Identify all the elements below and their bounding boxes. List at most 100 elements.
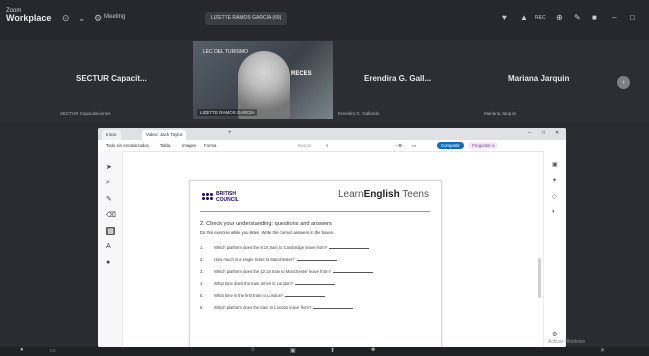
participant-name-3: Mariana Jarquin <box>508 74 570 83</box>
participant-tag-1: SECTUR Capacitaciones <box>60 111 111 116</box>
answer-blank[interactable] <box>329 245 370 249</box>
question-row: 5. What time is the first train to London… <box>200 293 326 298</box>
answer-blank[interactable] <box>294 281 335 285</box>
mic-icon[interactable]: ● <box>20 347 24 353</box>
dot-icon[interactable]: ● <box>106 259 110 266</box>
share-screen-icon[interactable]: ⬆ <box>330 347 335 354</box>
pen-icon[interactable]: ✎ <box>106 195 112 203</box>
participant-tag-3: Mariana Jarquin <box>484 111 517 116</box>
question-row: 4. What time does the train arrive in Lon… <box>200 281 335 286</box>
logo-text: BRITISH COUNCIL <box>216 191 239 203</box>
layers-icon[interactable]: ▣ <box>552 161 558 168</box>
left-tool-rail: ➤ ⌕ ✎ ⌫ ▦ A ● <box>98 151 123 347</box>
tab-video[interactable]: Video: Jack Taylor <box>142 130 187 140</box>
share-button[interactable]: Compartir <box>437 142 464 149</box>
record-icon[interactable]: ⊕ <box>556 13 563 22</box>
question-text: How much is a single ticket to Mancheste… <box>214 257 295 262</box>
brush-icon[interactable]: ✦ <box>552 177 557 184</box>
window-maximize-icon[interactable]: □ <box>542 130 545 136</box>
participant-tag-2: Erendira G. Gallardo <box>338 111 380 116</box>
answer-blank[interactable] <box>332 269 373 273</box>
windows-activation-watermark: Activar Windows <box>548 339 585 345</box>
chevron-down-icon[interactable]: ⌄ <box>78 13 86 24</box>
cursor-icon[interactable]: ➤ <box>106 163 112 171</box>
question-text: What time is the first train to London? <box>214 293 284 298</box>
toolbar-search[interactable]: Buscar <box>298 143 311 148</box>
tab-inicio[interactable]: Inicio <box>102 130 121 140</box>
text-icon[interactable]: A <box>106 243 111 250</box>
task-title: 2. Check your understanding: questions a… <box>200 221 332 227</box>
grid-icon[interactable]: ⊙ <box>62 13 70 24</box>
toolbar-item-1[interactable]: Todo sin encabezados <box>106 143 149 148</box>
toolbar-item-3[interactable]: Imagen <box>182 143 196 148</box>
window-minimize-icon[interactable]: – <box>528 130 531 136</box>
leave-icon[interactable]: ✕ <box>600 347 605 354</box>
vertical-scrollbar[interactable] <box>538 258 541 298</box>
gear-icon[interactable]: ⚙ <box>94 13 102 24</box>
question-row: 1. Which platform does the 9:15 train to … <box>200 245 370 250</box>
color-icon[interactable]: ◐ <box>552 209 556 215</box>
edit-icon[interactable]: ✎ <box>574 13 581 22</box>
question-number: 1. <box>200 245 204 250</box>
meeting-label[interactable]: Meeting <box>104 14 125 20</box>
ask-button[interactable]: Preguntar a <box>468 142 499 149</box>
zoom-icon[interactable]: ⌕ <box>106 179 110 187</box>
signal-icon: ▲ <box>520 13 528 22</box>
answer-blank[interactable] <box>313 305 354 309</box>
screen-share-label: LIZETTE RAMOS GARCÍA (69) <box>211 15 282 21</box>
eraser-icon[interactable]: ⌫ <box>106 211 116 219</box>
camera-icon[interactable]: ▭ <box>50 347 56 354</box>
logo-line-2: COUNCIL <box>216 197 239 203</box>
participant-name-2: Erendira G. Gall... <box>364 74 432 83</box>
question-row: 6. Which platform does the train to Londo… <box>200 305 354 310</box>
le-english: English <box>363 189 400 200</box>
reactions-icon[interactable]: ☻ <box>370 347 376 353</box>
screen-share-indicator[interactable]: LIZETTE RAMOS GARCÍA (69) <box>205 12 288 25</box>
question-row: 2. How much is a single ticket to Manches… <box>200 257 337 262</box>
meeting-controls-bar: ● ▭ ☺ ▣ ⬆ ☻ ✕ <box>0 347 649 356</box>
active-speaker-video[interactable]: LEC DEL TURISMO RECES LIZETTE RAMOS GARC… <box>193 41 333 119</box>
task-instructions: Do this exercise while you listen. Write… <box>200 230 334 235</box>
le-teens: Teens <box>399 189 429 200</box>
question-text: Which platform does the train to London … <box>214 305 312 310</box>
question-number: 5. <box>200 293 204 298</box>
le-learn: Learn <box>338 189 364 200</box>
window-close-icon[interactable]: ✕ <box>555 130 559 136</box>
header-divider <box>200 211 430 212</box>
shared-browser-window: Inicio Video: Jack Taylor + – □ ✕ Todo s… <box>98 128 566 347</box>
answer-blank[interactable] <box>296 257 337 261</box>
logo-dots <box>202 193 213 200</box>
toolbar-item-2[interactable]: Tabla <box>160 143 170 148</box>
app-logo: Zoom Workplace <box>6 8 52 23</box>
answer-blank[interactable] <box>285 293 326 297</box>
question-number: 4. <box>200 281 204 286</box>
search-icon[interactable]: ⌕ <box>326 143 328 148</box>
comment-icon[interactable]: ▭ <box>412 143 416 149</box>
question-number: 3. <box>200 269 204 274</box>
settings-gear-icon[interactable]: ⚙ <box>552 331 557 338</box>
video-poster-text-2: RECES <box>291 71 312 77</box>
video-poster-text: LEC DEL TURISMO <box>203 49 249 55</box>
question-text: Which platform does the 12:15 train to M… <box>214 269 331 274</box>
heart-icon[interactable]: ♥ <box>502 13 507 22</box>
new-tab-button[interactable]: + <box>228 130 232 136</box>
tab-label: Video: Jack Taylor <box>146 132 183 137</box>
tab-label: Inicio <box>106 132 117 137</box>
shape-icon[interactable]: ◇ <box>552 193 557 200</box>
question-text: Which platform does the 9:15 train to Ca… <box>214 245 328 250</box>
menu-icon[interactable]: ■ <box>592 13 597 22</box>
question-text: What time does the train arrive in Londo… <box>214 281 293 286</box>
browser-tab-bar: Inicio Video: Jack Taylor + – □ ✕ <box>98 128 566 140</box>
app-logo-name: Workplace <box>6 13 52 23</box>
grid-tool-icon[interactable]: ▦ <box>106 227 115 235</box>
participants-icon[interactable]: ☺ <box>250 347 256 353</box>
minimize-icon[interactable]: – <box>612 13 616 22</box>
learnenglish-teens-logo: LearnEnglish Teens <box>338 189 429 200</box>
meeting-top-bar: Zoom Workplace ⊙ ⌄ ⚙ Meeting LIZETTE RAM… <box>0 0 649 40</box>
chat-icon[interactable]: ▣ <box>290 347 296 354</box>
more-participants-icon[interactable]: › <box>617 76 630 89</box>
worksheet-page: BRITISH COUNCIL LearnEnglish Teens 2. Ch… <box>189 180 442 347</box>
settings-icon[interactable]: ⚙ <box>398 143 402 149</box>
close-icon[interactable]: □ <box>630 13 635 22</box>
toolbar-item-4[interactable]: Forma <box>204 143 216 148</box>
